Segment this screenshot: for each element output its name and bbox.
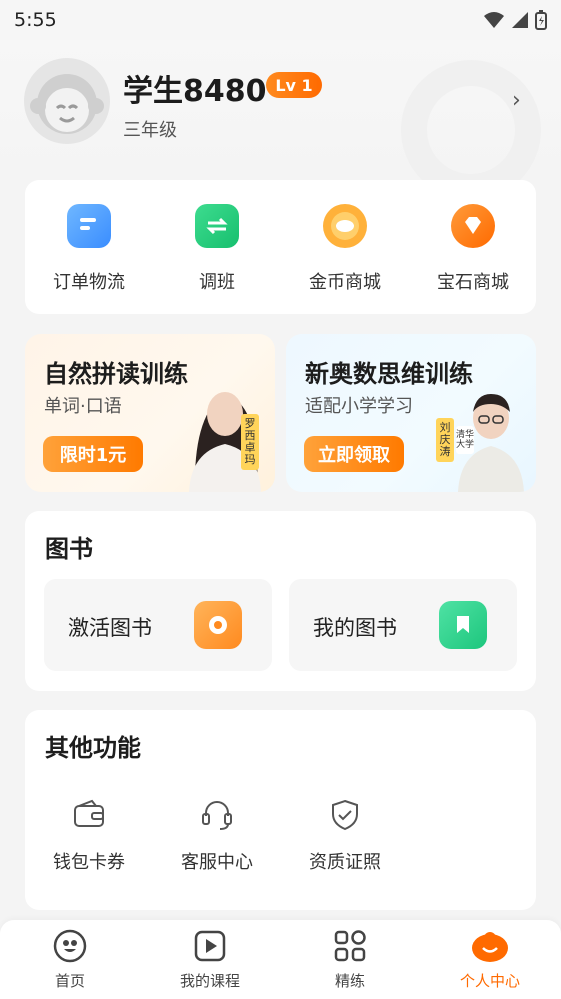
promo-title: 自然拼读训练 bbox=[44, 360, 188, 388]
book-label: 激活图书 bbox=[68, 616, 152, 640]
promo-phonics[interactable]: 自然拼读训练 单词·口语 限时1元 罗西卓玛 bbox=[25, 334, 275, 492]
quick-action-label: 调班 bbox=[199, 272, 235, 293]
promo-button[interactable]: 限时1元 bbox=[43, 436, 143, 472]
chevron-right-icon[interactable]: › bbox=[512, 88, 521, 113]
coin-mall-button[interactable]: 金币商城 bbox=[281, 180, 409, 314]
monkey-avatar-icon bbox=[30, 74, 104, 134]
order-icon bbox=[67, 204, 111, 248]
home-icon bbox=[53, 929, 87, 963]
avatar[interactable] bbox=[24, 58, 110, 144]
play-icon bbox=[194, 930, 226, 962]
activate-book-icon bbox=[194, 601, 242, 649]
wallet-button[interactable]: 钱包卡券 bbox=[25, 798, 153, 874]
my-books-button[interactable]: 我的图书 bbox=[289, 579, 517, 671]
bottom-navigation: 首页 我的课程 精练 个人中心 bbox=[0, 920, 561, 999]
wifi-icon bbox=[484, 12, 504, 28]
nav-home[interactable]: 首页 bbox=[0, 928, 140, 991]
activate-book-button[interactable]: 激活图书 bbox=[44, 579, 272, 671]
section-title: 其他功能 bbox=[45, 734, 141, 762]
teacher-name-tag: 罗西卓玛 bbox=[241, 414, 259, 470]
battery-icon bbox=[535, 10, 547, 30]
other-label: 资质证照 bbox=[309, 852, 381, 873]
grid-icon bbox=[334, 930, 366, 962]
other-functions-card: 其他功能 钱包卡券 客服中心 资质证照 bbox=[25, 710, 536, 910]
level-badge: Lv 1 bbox=[266, 72, 322, 98]
section-title: 图书 bbox=[45, 535, 93, 563]
quick-actions-card: 订单物流 调班 金币商城 宝石商城 bbox=[25, 180, 536, 314]
nav-label: 首页 bbox=[54, 972, 85, 990]
order-logistics-button[interactable]: 订单物流 bbox=[25, 180, 153, 314]
wallet-icon bbox=[74, 799, 104, 827]
teacher-school-tag: 清华大学 bbox=[456, 426, 474, 454]
promo-button[interactable]: 立即领取 bbox=[304, 436, 404, 472]
profile-name[interactable]: 学生8480 bbox=[123, 66, 267, 110]
teacher-photo bbox=[189, 392, 261, 492]
mascot-icon bbox=[472, 932, 508, 962]
other-label: 钱包卡券 bbox=[53, 852, 125, 873]
headset-icon bbox=[202, 801, 232, 830]
decorative-ring bbox=[401, 60, 541, 200]
signal-icon bbox=[512, 12, 528, 28]
promo-math[interactable]: 新奥数思维训练 适配小学学习 立即领取 刘庆涛 清华大学 bbox=[286, 334, 536, 492]
status-bar: 5:55 bbox=[0, 0, 561, 40]
promo-subtitle: 单词·口语 bbox=[44, 396, 122, 417]
nav-label: 个人中心 bbox=[459, 972, 520, 990]
profile-grade: 三年级 bbox=[123, 120, 177, 141]
switch-class-button[interactable]: 调班 bbox=[153, 180, 281, 314]
qualification-button[interactable]: 资质证照 bbox=[281, 798, 409, 874]
nav-practice[interactable]: 精练 bbox=[280, 928, 420, 991]
promo-subtitle: 适配小学学习 bbox=[305, 396, 413, 417]
nav-label: 精练 bbox=[334, 972, 365, 990]
shield-check-icon bbox=[332, 799, 358, 831]
other-label: 客服中心 bbox=[181, 852, 253, 873]
quick-action-label: 订单物流 bbox=[53, 272, 125, 293]
book-label: 我的图书 bbox=[313, 616, 397, 640]
gem-mall-button[interactable]: 宝石商城 bbox=[409, 180, 537, 314]
teacher-name-tag: 刘庆涛 bbox=[436, 418, 454, 462]
nav-profile[interactable]: 个人中心 bbox=[420, 928, 560, 991]
nav-label: 我的课程 bbox=[179, 972, 240, 990]
quick-action-label: 宝石商城 bbox=[437, 272, 509, 293]
status-time: 5:55 bbox=[14, 9, 57, 31]
customer-service-button[interactable]: 客服中心 bbox=[153, 798, 281, 874]
nav-my-courses[interactable]: 我的课程 bbox=[140, 928, 280, 991]
gem-mall-icon bbox=[451, 204, 495, 248]
quick-action-label: 金币商城 bbox=[309, 272, 381, 293]
switch-class-icon bbox=[195, 204, 239, 248]
books-card: 图书 激活图书 我的图书 bbox=[25, 511, 536, 691]
coin-mall-icon bbox=[323, 204, 367, 248]
status-icons bbox=[483, 10, 547, 30]
my-books-icon bbox=[439, 601, 487, 649]
